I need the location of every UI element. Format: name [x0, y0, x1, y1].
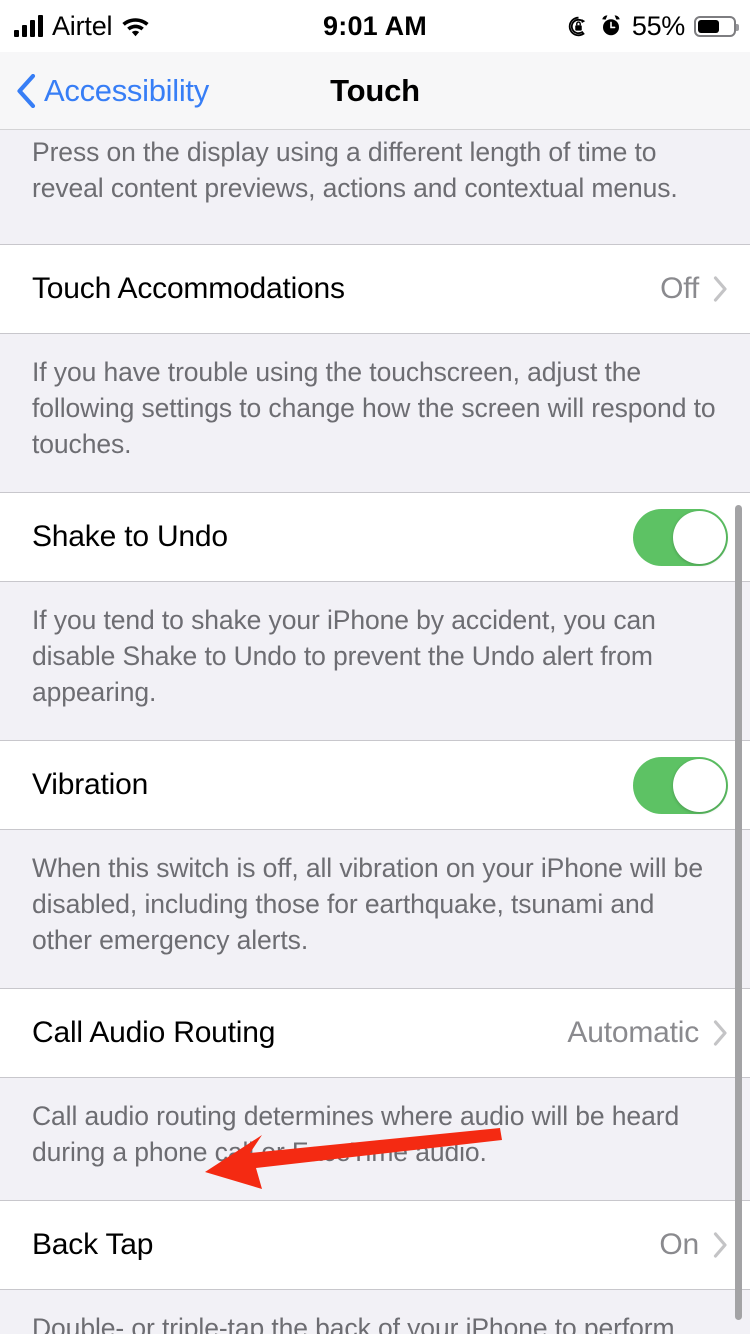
alarm-clock-icon: [599, 14, 623, 38]
row-vibration[interactable]: Vibration: [0, 740, 750, 830]
note-text: Press on the display using a different l…: [32, 137, 678, 203]
row-accessory: Off: [660, 272, 728, 306]
note-back-tap: Double- or triple-tap the back of your i…: [0, 1290, 750, 1334]
note-call-audio-routing: Call audio routing determines where audi…: [0, 1078, 750, 1200]
note-touch-accommodations: If you have trouble using the touchscree…: [0, 334, 750, 492]
status-bar: Airtel 9:01 AM 55%: [0, 0, 750, 52]
rotation-lock-icon: [567, 15, 590, 38]
row-label: Vibration: [32, 768, 149, 801]
row-label: Call Audio Routing: [32, 1016, 276, 1049]
row-shake-to-undo[interactable]: Shake to Undo: [0, 492, 750, 582]
battery-icon: [694, 15, 739, 37]
row-accessory: [633, 756, 728, 814]
chevron-right-icon: [713, 1020, 728, 1046]
toggle-knob: [673, 758, 726, 812]
page-title: Touch: [330, 73, 420, 108]
row-label: Back Tap: [32, 1228, 154, 1261]
chevron-right-icon: [713, 276, 728, 302]
shake-to-undo-toggle[interactable]: [633, 508, 728, 566]
row-value: Automatic: [567, 1016, 699, 1049]
note-text: If you tend to shake your iPhone by acci…: [32, 605, 656, 707]
row-accessory: Automatic: [567, 1016, 728, 1050]
note-text: When this switch is off, all vibration o…: [32, 853, 703, 955]
scrollbar-thumb[interactable]: [735, 505, 742, 1320]
note-shake-to-undo: If you tend to shake your iPhone by acci…: [0, 582, 750, 740]
toggle-knob: [673, 510, 726, 564]
battery-percent-label: 55%: [631, 10, 685, 41]
vibration-toggle[interactable]: [633, 756, 728, 814]
row-back-tap[interactable]: Back Tap On: [0, 1200, 750, 1290]
row-call-audio-routing[interactable]: Call Audio Routing Automatic: [0, 988, 750, 1078]
note-text: Call audio routing determines where audi…: [32, 1101, 680, 1167]
note-text: If you have trouble using the touchscree…: [32, 357, 716, 459]
chevron-right-icon: [713, 1232, 728, 1258]
row-value: On: [659, 1228, 699, 1261]
status-bar-clock: 9:01 AM: [323, 10, 427, 41]
row-label: Shake to Undo: [32, 520, 228, 553]
row-touch-accommodations[interactable]: Touch Accommodations Off: [0, 244, 750, 334]
note-text: Double- or triple-tap the back of your i…: [32, 1313, 675, 1334]
row-accessory: On: [659, 1228, 728, 1262]
iphone-screen: Airtel 9:01 AM 55% Accessibility Touch P…: [0, 0, 750, 1334]
note-3d-touch: Press on the display using a different l…: [0, 130, 750, 244]
row-value: Off: [660, 272, 699, 305]
row-label: Touch Accommodations: [32, 272, 345, 305]
navigation-bar: Accessibility Touch: [0, 52, 750, 130]
row-accessory: [633, 508, 728, 566]
settings-list[interactable]: Press on the display using a different l…: [0, 130, 750, 1334]
status-bar-right: 55%: [567, 0, 739, 52]
note-vibration: When this switch is off, all vibration o…: [0, 830, 750, 988]
